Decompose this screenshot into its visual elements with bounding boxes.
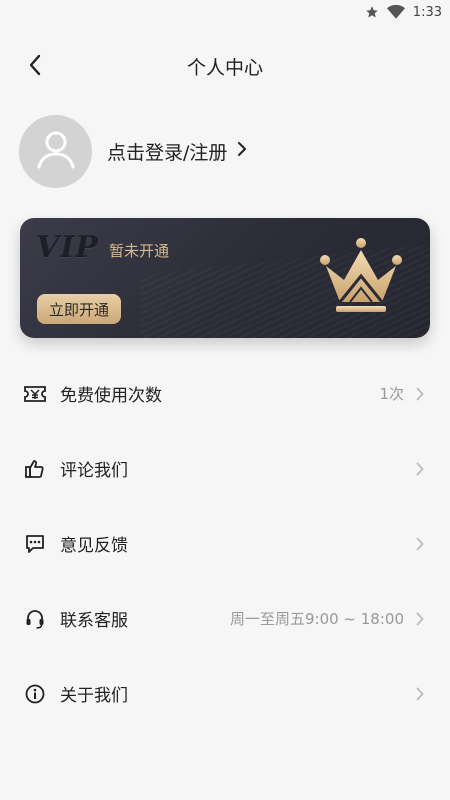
login-label: 点击登录/注册: [107, 141, 228, 164]
status-bar: 1:33: [0, 0, 450, 24]
back-arrow-icon: [28, 54, 42, 80]
chevron-right-icon: [414, 536, 426, 552]
chevron-right-icon: [414, 386, 426, 402]
wifi-icon: [386, 5, 405, 19]
page-title: 个人中心: [186, 56, 263, 79]
user-avatar-icon: [34, 127, 78, 175]
login-register-link[interactable]: 点击登录/注册: [107, 138, 247, 165]
chevron-right-icon: [414, 611, 426, 627]
thumbs-up-icon: [24, 458, 46, 480]
back-button[interactable]: [20, 52, 50, 82]
vip-open-button[interactable]: 立即开通: [37, 294, 121, 324]
menu-label: 意见反馈: [60, 536, 128, 556]
info-icon: [24, 683, 46, 705]
menu-list: 免费使用次数 1次 评论我们 意见反馈 联系客服 周一至周五9:00 ~ 18:…: [0, 356, 450, 731]
clock-time: 1:33: [412, 4, 442, 20]
menu-label: 免费使用次数: [60, 386, 162, 406]
headset-icon: [24, 608, 46, 630]
profile-section: 点击登录/注册: [19, 114, 439, 188]
avatar[interactable]: [19, 114, 92, 188]
menu-item-free-uses[interactable]: 免费使用次数 1次: [0, 356, 450, 431]
vip-status: 暂未开通: [109, 242, 170, 260]
menu-label: 联系客服: [60, 611, 128, 631]
header: 个人中心: [0, 40, 450, 92]
feedback-chat-icon: [24, 533, 46, 555]
chevron-right-icon: [414, 461, 426, 477]
menu-item-contact-service[interactable]: 联系客服 周一至周五9:00 ~ 18:00: [0, 581, 450, 656]
menu-label: 评论我们: [60, 461, 128, 481]
chevron-right-icon: [414, 686, 426, 702]
crown-icon: [316, 236, 406, 324]
menu-value: 周一至周五9:00 ~ 18:00: [229, 610, 404, 628]
ticket-icon: [24, 383, 46, 405]
menu-item-feedback[interactable]: 意见反馈: [0, 506, 450, 581]
menu-item-about-us[interactable]: 关于我们: [0, 656, 450, 731]
star-icon: [365, 5, 379, 19]
menu-value: 1次: [379, 385, 404, 403]
vip-logo: VIP: [36, 230, 99, 265]
chevron-right-icon: [237, 140, 247, 162]
menu-item-review-us[interactable]: 评论我们: [0, 431, 450, 506]
vip-card[interactable]: VIP 暂未开通 立即开通: [20, 218, 430, 338]
menu-label: 关于我们: [60, 686, 128, 706]
